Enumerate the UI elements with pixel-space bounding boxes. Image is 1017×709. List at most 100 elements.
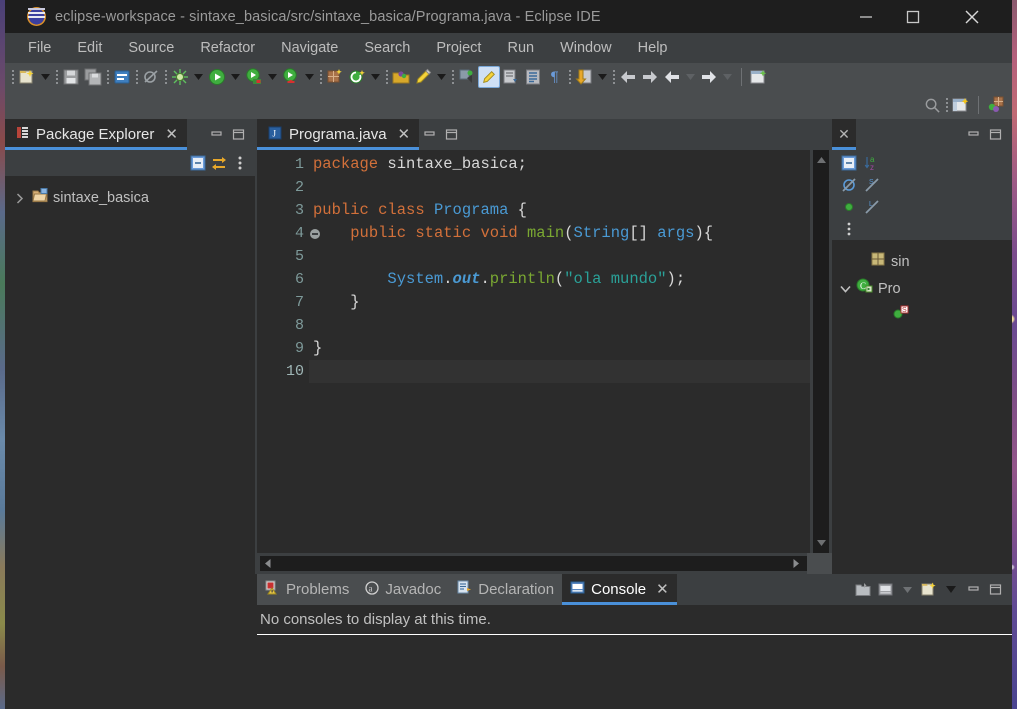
tab-outline[interactable]: ✕ xyxy=(832,119,856,150)
menu-item-edit[interactable]: Edit xyxy=(64,37,115,59)
new-annotation-icon[interactable] xyxy=(346,66,368,88)
chevron-down-icon[interactable] xyxy=(840,280,851,298)
outline-item-method[interactable]: S xyxy=(840,302,1012,329)
scroll-up-arrow-icon[interactable] xyxy=(816,150,827,170)
next-edit-dropdown-icon[interactable] xyxy=(595,66,610,88)
scrollbar-track[interactable] xyxy=(260,556,807,571)
maximize-icon[interactable] xyxy=(985,574,1005,605)
outline-item-class[interactable]: C Pro xyxy=(840,275,1012,302)
last-edit-location-icon[interactable] xyxy=(522,66,544,88)
new-console-view-icon[interactable] xyxy=(919,574,939,605)
collapse-all-icon[interactable] xyxy=(189,154,207,172)
editor-vertical-scrollbar[interactable] xyxy=(810,150,832,553)
tab-declaration[interactable]: Declaration xyxy=(449,574,563,605)
collapse-all-icon[interactable] xyxy=(840,154,858,172)
scroll-right-arrow-icon[interactable] xyxy=(785,553,807,574)
minimize-icon[interactable] xyxy=(963,574,983,605)
outline-item-package[interactable]: sin xyxy=(840,248,1012,275)
maximize-icon[interactable] xyxy=(228,119,248,150)
close-icon[interactable]: ✕ xyxy=(165,127,178,142)
save-all-icon[interactable] xyxy=(82,66,104,88)
close-icon[interactable]: ✕ xyxy=(398,127,411,142)
chevron-right-icon[interactable] xyxy=(13,192,27,204)
new-type-dropdown-icon[interactable] xyxy=(368,66,383,88)
external-tools-dropdown-icon[interactable] xyxy=(265,66,280,88)
menu-item-navigate[interactable]: Navigate xyxy=(268,37,351,59)
maximize-icon[interactable] xyxy=(985,119,1005,150)
code-line[interactable]: } xyxy=(309,291,832,314)
scroll-left-arrow-icon[interactable] xyxy=(257,553,279,574)
search-icon[interactable] xyxy=(921,94,943,116)
hide-fields-icon[interactable] xyxy=(840,176,858,194)
back-icon[interactable] xyxy=(617,66,639,88)
code-line[interactable] xyxy=(309,245,832,268)
menu-item-file[interactable]: File xyxy=(15,37,64,59)
code-line[interactable]: public static void main(String[] args){ xyxy=(309,222,832,245)
scrollbar-track[interactable] xyxy=(813,150,829,553)
open-perspective-icon[interactable] xyxy=(748,66,770,88)
sort-alphabetically-icon[interactable]: a z xyxy=(863,154,881,172)
minimize-icon[interactable] xyxy=(963,119,983,150)
debug-dropdown-icon[interactable] xyxy=(191,66,206,88)
minimize-icon[interactable] xyxy=(419,119,439,150)
save-icon[interactable] xyxy=(60,66,82,88)
coverage-dropdown-icon[interactable] xyxy=(302,66,317,88)
maximize-icon[interactable] xyxy=(441,119,461,150)
open-console-icon[interactable] xyxy=(853,574,873,605)
skip-breakpoints-icon[interactable] xyxy=(478,66,500,88)
minimize-icon[interactable] xyxy=(206,119,226,150)
console-content[interactable]: No consoles to display at this time. xyxy=(257,605,1012,709)
toggle-mark-occurrences-icon[interactable] xyxy=(456,66,478,88)
code-line[interactable]: } xyxy=(309,337,832,360)
hide-static-icon[interactable]: S xyxy=(863,176,881,194)
menu-item-window[interactable]: Window xyxy=(547,37,625,59)
menu-item-refactor[interactable]: Refactor xyxy=(187,37,268,59)
close-icon[interactable]: ✕ xyxy=(656,582,669,597)
new-java-class-icon[interactable] xyxy=(324,66,346,88)
code-line[interactable] xyxy=(309,176,832,199)
forward-icon[interactable] xyxy=(639,66,661,88)
new-wizard-dropdown-icon[interactable] xyxy=(38,66,53,88)
show-whitespace-icon[interactable]: ¶ xyxy=(544,66,566,88)
tab-programa-java[interactable]: J Programa.java ✕ xyxy=(257,119,420,150)
tab-console[interactable]: Console ✕ xyxy=(562,574,677,605)
editor-horizontal-scrollbar[interactable] xyxy=(257,553,832,574)
view-menu-icon[interactable] xyxy=(840,220,858,238)
close-icon[interactable]: ✕ xyxy=(838,126,850,143)
code-line[interactable]: package sintaxe_basica; xyxy=(309,153,832,176)
view-menu-icon[interactable] xyxy=(231,154,249,172)
java-perspective-icon[interactable] xyxy=(985,94,1007,116)
coverage-icon[interactable] xyxy=(280,66,302,88)
display-console-dropdown-icon[interactable] xyxy=(897,574,917,605)
debug-icon[interactable] xyxy=(169,66,191,88)
back-history-icon[interactable] xyxy=(661,66,683,88)
hide-local-types-icon[interactable]: L xyxy=(863,198,881,216)
menu-item-source[interactable]: Source xyxy=(115,37,187,59)
console-view-dropdown-icon[interactable] xyxy=(941,574,961,605)
tab-javadoc[interactable]: a Javadoc xyxy=(357,574,450,605)
open-perspective-icon[interactable] xyxy=(950,94,972,116)
tab-problems[interactable]: Problems xyxy=(257,574,358,605)
code-content[interactable]: package sintaxe_basica; public class Pro… xyxy=(309,150,832,553)
open-type-icon[interactable] xyxy=(390,66,412,88)
next-annotation-icon[interactable] xyxy=(500,66,522,88)
previous-edit-icon[interactable] xyxy=(573,66,595,88)
run-external-tools-icon[interactable] xyxy=(243,66,265,88)
code-line[interactable] xyxy=(309,314,832,337)
code-line[interactable]: public class Programa { xyxy=(309,199,832,222)
code-editor[interactable]: 1 2 3 4 5 6 7 8 9 10 package sintaxe_basica; publ… xyxy=(257,150,832,553)
tree-item-sintaxe-basica[interactable]: sintaxe_basica xyxy=(5,186,255,210)
forward-history-icon[interactable] xyxy=(698,66,720,88)
console-output-area[interactable] xyxy=(257,635,1012,709)
scroll-down-arrow-icon[interactable] xyxy=(816,533,827,553)
menu-item-help[interactable]: Help xyxy=(625,37,681,59)
menu-item-run[interactable]: Run xyxy=(494,37,547,59)
minimize-window-button[interactable] xyxy=(843,0,889,33)
menu-item-search[interactable]: Search xyxy=(351,37,423,59)
search-dropdown-icon[interactable] xyxy=(434,66,449,88)
new-wizard-icon[interactable] xyxy=(16,66,38,88)
run-icon[interactable] xyxy=(206,66,228,88)
tab-package-explorer[interactable]: Package Explorer ✕ xyxy=(5,119,187,150)
run-dropdown-icon[interactable] xyxy=(228,66,243,88)
close-window-button[interactable] xyxy=(949,0,995,33)
